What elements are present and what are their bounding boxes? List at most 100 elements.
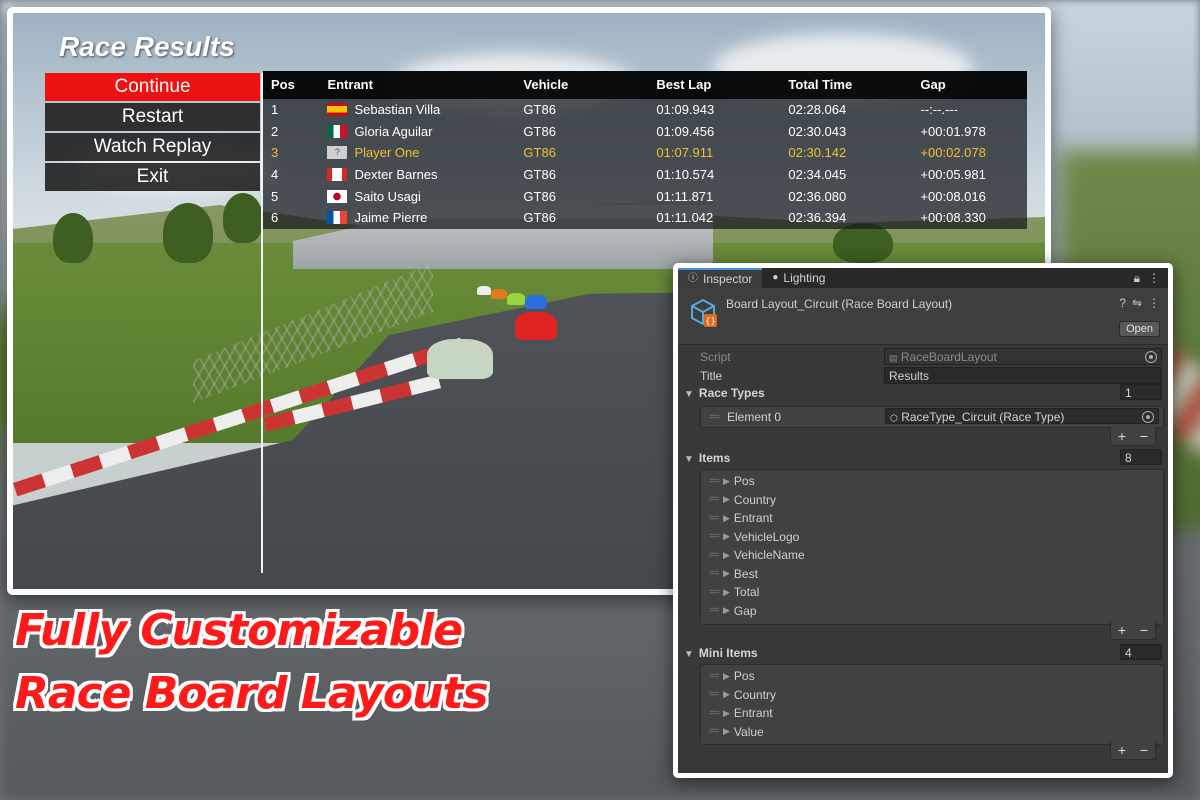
mini-items-count[interactable]: 4 — [1120, 644, 1162, 660]
drag-handle-icon[interactable]: == — [709, 708, 721, 719]
svg-text:{}: {} — [705, 317, 716, 327]
foldout-collapsed-icon[interactable]: ▶ — [723, 671, 730, 682]
foldout-collapsed-icon[interactable]: ▶ — [723, 587, 730, 598]
drag-handle-icon[interactable]: == — [709, 726, 721, 737]
race-types-foldout[interactable]: ▼ Race Types — [684, 386, 765, 400]
col-entrant-header: Entrant — [327, 77, 373, 92]
remove-element-button[interactable]: − — [1133, 427, 1155, 445]
help-icon[interactable]: ? — [1119, 296, 1126, 310]
open-button[interactable]: Open — [1119, 321, 1160, 337]
foldout-collapsed-icon[interactable]: ▶ — [723, 689, 730, 700]
race-type-element[interactable]: == Element 0 ⬡ RaceType_Circuit (Race Ty… — [700, 406, 1164, 428]
tab-lighting[interactable]: ● Lighting — [762, 268, 835, 288]
cell-pos: 2 — [271, 123, 279, 139]
drag-handle-icon[interactable]: == — [709, 531, 721, 542]
list-item[interactable]: == ▶ Country — [701, 686, 1163, 705]
kebab-menu-icon[interactable]: ⋮ — [1148, 296, 1160, 310]
list-item[interactable]: == ▶ Entrant — [701, 704, 1163, 723]
drag-handle-icon[interactable]: == — [709, 412, 721, 423]
remove-item-button[interactable]: − — [1133, 621, 1155, 639]
list-item[interactable]: == ▶ Gap — [701, 602, 1163, 621]
drag-handle-icon[interactable]: == — [709, 689, 721, 700]
car-green — [427, 339, 493, 379]
lock-icon[interactable]: 🔒︎ — [1134, 271, 1140, 286]
foldout-collapsed-icon[interactable]: ▶ — [723, 568, 730, 579]
race-types-count[interactable]: 1 — [1120, 384, 1162, 400]
kebab-menu-icon[interactable]: ⋮ — [1148, 271, 1160, 286]
cell-vehicle: GT86 — [523, 123, 556, 139]
car-red — [515, 312, 557, 340]
items-count[interactable]: 8 — [1120, 449, 1162, 465]
cell-total-time: 02:28.064 — [788, 102, 847, 118]
drag-handle-icon[interactable]: == — [709, 494, 721, 505]
cell-vehicle: GT86 — [523, 188, 556, 204]
entrant-name: Jaime Pierre — [354, 210, 428, 226]
list-item[interactable]: == ▶ VehicleLogo — [701, 528, 1163, 547]
list-item[interactable]: == ▶ Pos — [701, 472, 1163, 491]
list-item[interactable]: == ▶ Best — [701, 565, 1163, 584]
add-element-button[interactable]: + — [1111, 427, 1133, 445]
cell-gap: --:--.--- — [920, 102, 958, 118]
items-add-remove: + − — [1110, 621, 1156, 640]
foldout-collapsed-icon[interactable]: ▶ — [723, 726, 730, 737]
drag-handle-icon[interactable]: == — [709, 605, 721, 616]
items-foldout[interactable]: ▼ Items — [684, 451, 730, 465]
continue-button[interactable]: Continue — [45, 73, 260, 101]
scriptable-object-icon: {} — [691, 298, 717, 327]
object-picker-icon[interactable] — [1142, 411, 1154, 423]
foldout-collapsed-icon[interactable]: ▶ — [723, 708, 730, 719]
foldout-collapsed-icon[interactable]: ▶ — [723, 605, 730, 616]
foldout-expanded-icon: ▼ — [684, 389, 694, 400]
promo-line-2: Race Board Layouts — [15, 668, 489, 719]
entrant-name: Sebastian Villa — [354, 102, 441, 118]
inspector-frame: ⓘ Inspector ● Lighting 🔒︎ ⋮ {} Board Lay… — [673, 263, 1173, 778]
script-label: Script — [700, 350, 731, 364]
list-item[interactable]: == ▶ Country — [701, 491, 1163, 510]
cell-best-lap: 01:07.911 — [656, 145, 714, 161]
script-property: Script ▤ RaceBoardLayout — [678, 348, 1168, 366]
inspector-panel: ⓘ Inspector ● Lighting 🔒︎ ⋮ {} Board Lay… — [678, 268, 1168, 773]
foldout-collapsed-icon[interactable]: ▶ — [723, 550, 730, 561]
cell-vehicle: GT86 — [523, 210, 556, 226]
list-item[interactable]: == ▶ VehicleName — [701, 546, 1163, 565]
list-item[interactable]: == ▶ Value — [701, 723, 1163, 742]
mini-items-foldout[interactable]: ▼ Mini Items — [684, 646, 758, 660]
list-item-label: Country — [733, 687, 776, 702]
drag-handle-icon[interactable]: == — [709, 550, 721, 561]
exit-button[interactable]: Exit — [45, 163, 260, 191]
settings-sliders-icon[interactable]: ⇋ — [1132, 296, 1142, 310]
drag-handle-icon[interactable]: == — [709, 513, 721, 524]
tab-inspector[interactable]: ⓘ Inspector — [678, 268, 763, 288]
cell-pos: 6 — [271, 210, 279, 226]
cell-gap: +00:08.330 — [920, 210, 986, 226]
foldout-expanded-icon: ▼ — [684, 454, 694, 465]
title-field[interactable]: Results — [884, 367, 1162, 384]
drag-handle-icon[interactable]: == — [709, 568, 721, 579]
remove-mini-item-button[interactable]: − — [1133, 741, 1155, 759]
flag-unknown-icon: ? — [327, 146, 348, 160]
foldout-collapsed-icon[interactable]: ▶ — [723, 513, 730, 524]
list-item[interactable]: == ▶ Entrant — [701, 509, 1163, 528]
restart-button[interactable]: Restart — [45, 103, 260, 131]
cell-entrant: Dexter Barnes — [319, 167, 515, 182]
inspector-tab-bar: ⓘ Inspector ● Lighting 🔒︎ ⋮ — [678, 268, 1168, 288]
car-orange — [491, 289, 507, 299]
drag-handle-icon[interactable]: == — [709, 476, 721, 487]
race-type-field[interactable]: ⬡ RaceType_Circuit (Race Type) — [885, 408, 1159, 424]
foldout-collapsed-icon[interactable]: ▶ — [723, 494, 730, 505]
list-item[interactable]: == ▶ Pos — [701, 667, 1163, 686]
mini-items-add-remove: + − — [1110, 741, 1156, 760]
cell-total-time: 02:36.080 — [788, 188, 847, 204]
drag-handle-icon[interactable]: == — [709, 671, 721, 682]
tree — [53, 213, 93, 263]
add-mini-item-button[interactable]: + — [1111, 741, 1133, 759]
foldout-collapsed-icon[interactable]: ▶ — [723, 476, 730, 487]
flag-japan-icon — [327, 189, 348, 203]
add-item-button[interactable]: + — [1111, 621, 1133, 639]
list-item[interactable]: == ▶ Total — [701, 583, 1163, 602]
watch-replay-button[interactable]: Watch Replay — [45, 133, 260, 161]
cell-total-time: 02:34.045 — [788, 167, 847, 183]
cell-gap: +00:08.016 — [920, 188, 986, 204]
foldout-collapsed-icon[interactable]: ▶ — [723, 531, 730, 542]
drag-handle-icon[interactable]: == — [709, 587, 721, 598]
